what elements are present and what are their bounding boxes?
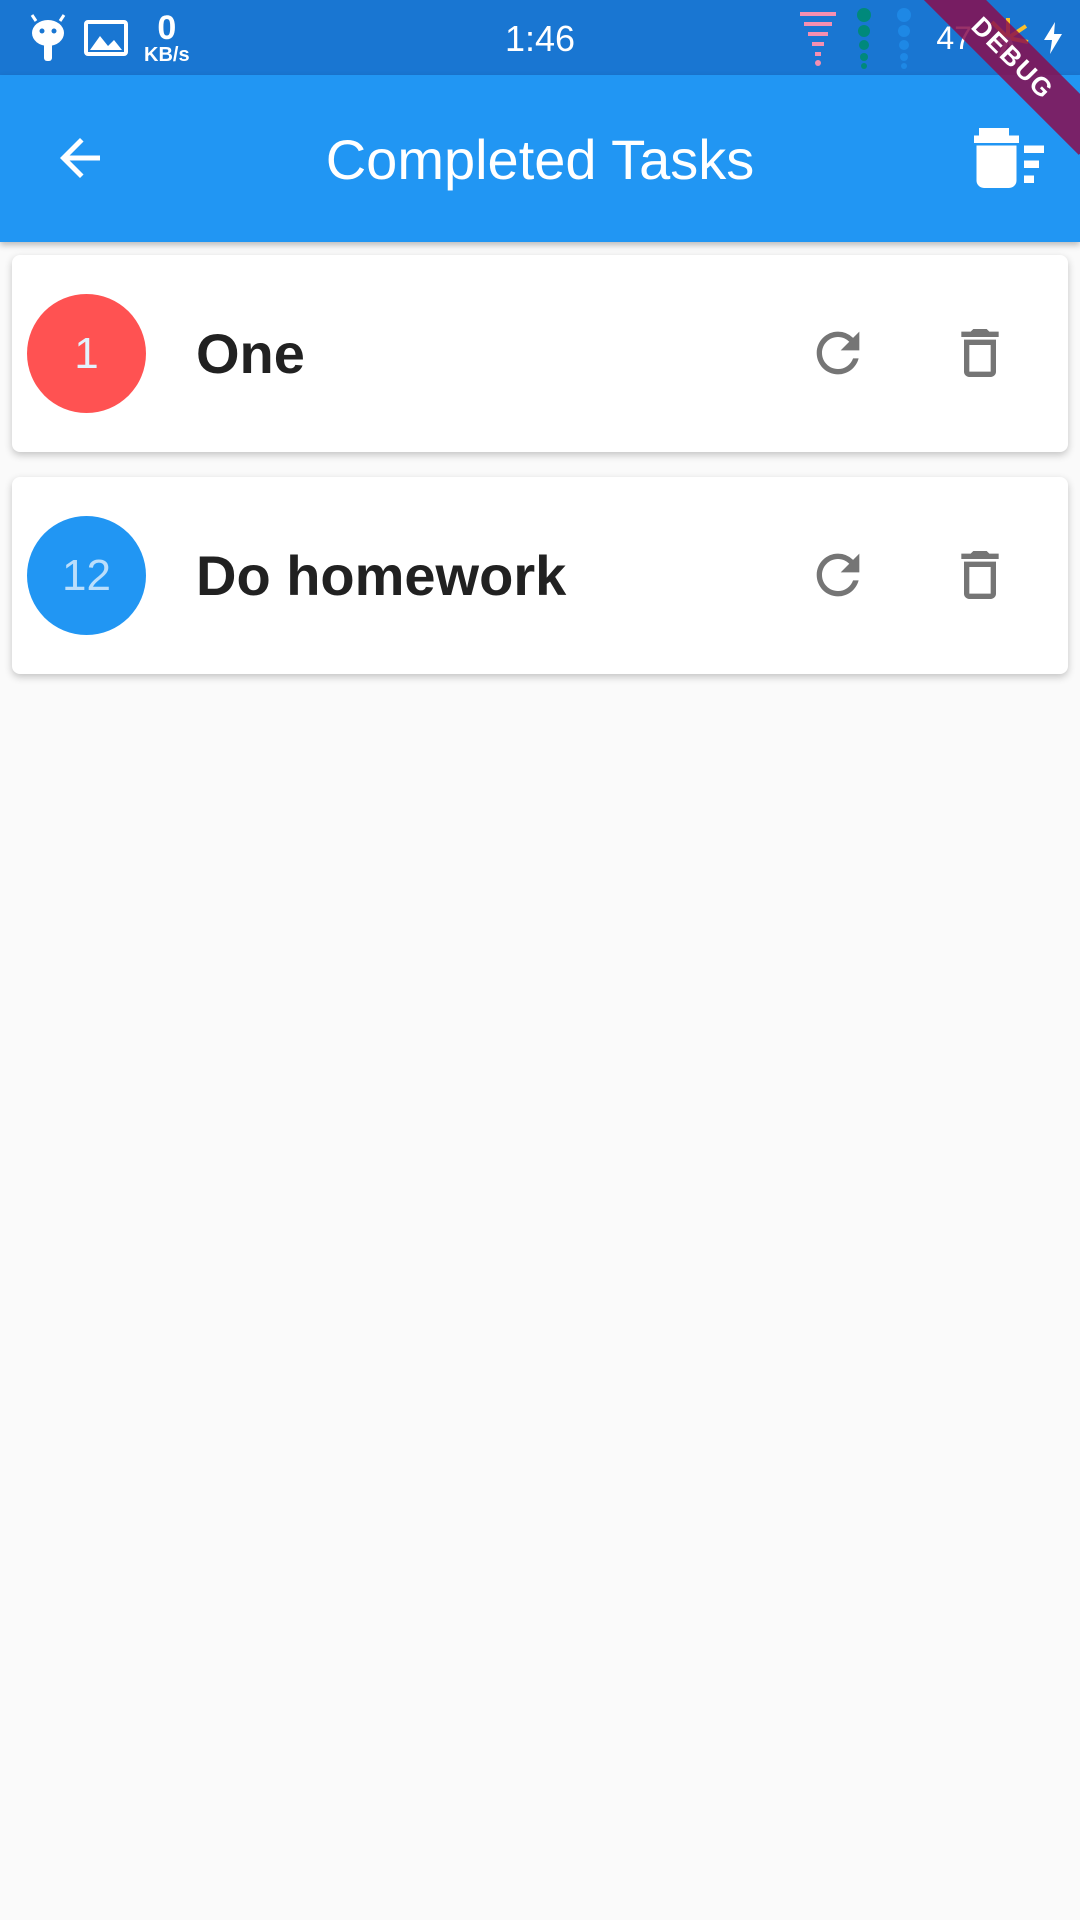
- task-card[interactable]: 12 Do homework: [12, 477, 1068, 674]
- page-title: Completed Tasks: [325, 128, 755, 191]
- wifi-icon: [800, 12, 837, 66]
- badge-number: 12: [62, 550, 111, 600]
- app-bar: Completed Tasks: [0, 75, 1080, 242]
- task-number-badge: 1: [27, 294, 146, 413]
- status-bar: 0 KB/s 1:46 47: [0, 0, 1080, 75]
- charging-icon: [1044, 22, 1062, 54]
- restore-icon[interactable]: [806, 321, 870, 385]
- sunburst-icon: [989, 18, 1029, 59]
- delete-icon[interactable]: [948, 543, 1012, 607]
- delete-sweep-icon[interactable]: [974, 125, 1044, 191]
- task-title: One: [196, 322, 305, 385]
- task-title: Do homework: [196, 544, 567, 607]
- completed-task-list: 1 One 12 Do homework: [12, 255, 1068, 699]
- signal-icon: [857, 8, 912, 69]
- battery-level: 47: [936, 19, 972, 56]
- delete-icon[interactable]: [948, 321, 1012, 385]
- status-right-icons: 47: [798, 6, 1062, 70]
- task-card[interactable]: 1 One: [12, 255, 1068, 452]
- restore-icon[interactable]: [806, 543, 870, 607]
- task-number-badge: 12: [27, 516, 146, 635]
- badge-number: 1: [74, 328, 99, 378]
